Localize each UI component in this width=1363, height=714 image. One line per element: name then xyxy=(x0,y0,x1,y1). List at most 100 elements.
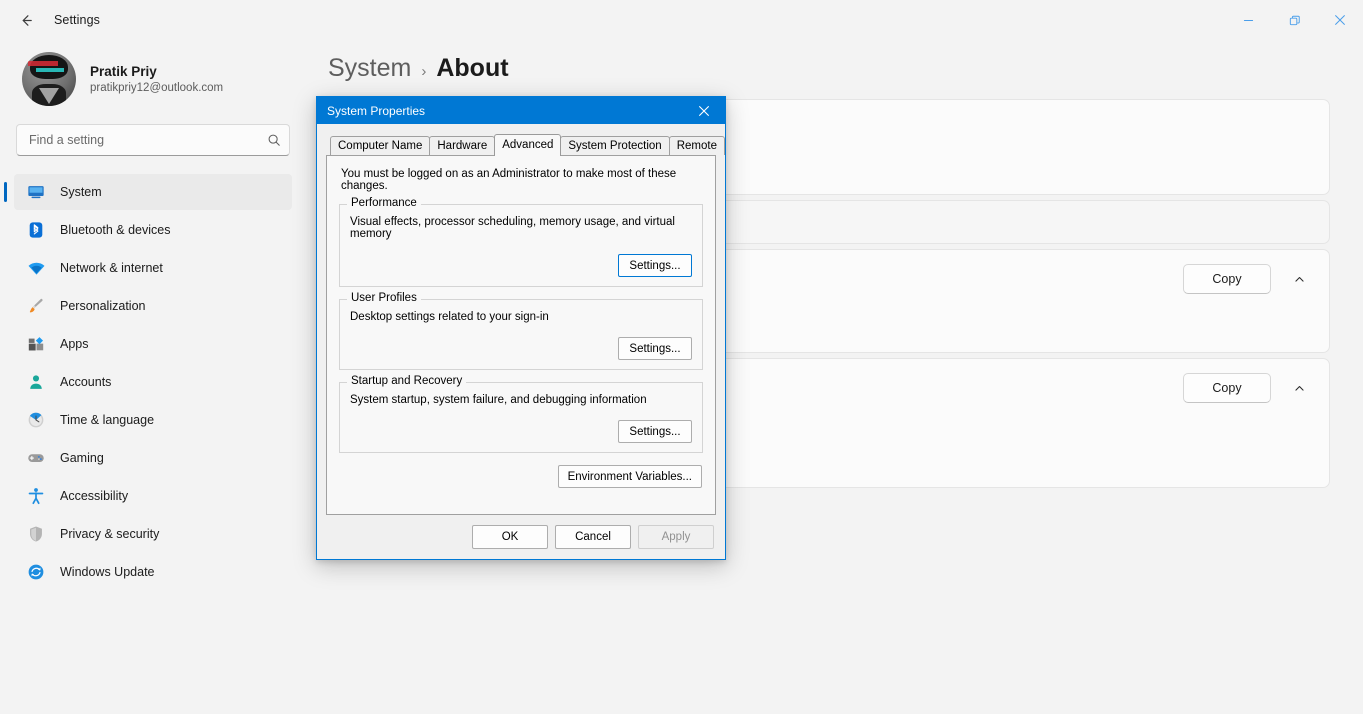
person-icon xyxy=(26,372,46,392)
app-title: Settings xyxy=(54,13,100,27)
collapse-toggle[interactable] xyxy=(1285,265,1313,293)
clock-icon xyxy=(26,410,46,430)
close-button[interactable] xyxy=(1317,0,1363,40)
dialog-close-button[interactable] xyxy=(683,97,725,124)
apply-button: Apply xyxy=(638,525,714,549)
paintbrush-icon xyxy=(26,296,46,316)
group-button-row: Settings... xyxy=(350,337,692,360)
dialog-title: System Properties xyxy=(327,103,426,118)
tab-advanced[interactable]: Advanced xyxy=(494,134,562,156)
breadcrumb-separator: › xyxy=(421,63,427,80)
accessibility-icon xyxy=(26,486,46,506)
search-input[interactable] xyxy=(16,124,290,156)
display-icon xyxy=(26,182,46,202)
tab-remote[interactable]: Remote xyxy=(668,136,725,155)
apps-icon xyxy=(26,334,46,354)
account-name: Pratik Priy xyxy=(90,64,157,79)
sidebar-item-label: Time & language xyxy=(60,413,155,427)
window-controls xyxy=(1225,0,1363,40)
support-actions: Copy xyxy=(1183,373,1313,403)
group-legend: Startup and Recovery xyxy=(347,375,467,387)
dialog-body: Computer Name Hardware Advanced System Prot… xyxy=(317,124,725,515)
bluetooth-icon xyxy=(26,220,46,240)
sidebar-nav: System Bluetooth & devices Network & inter… xyxy=(4,174,292,590)
group-performance: Performance Visual effects, processor sch… xyxy=(339,197,703,287)
settings-button[interactable]: Settings... xyxy=(618,254,692,277)
breadcrumb-parent[interactable]: System xyxy=(328,54,411,83)
ok-button[interactable]: OK xyxy=(472,525,548,549)
cancel-button[interactable]: Cancel xyxy=(555,525,631,549)
account-email: pratikpriy12@outlook.com xyxy=(90,82,224,94)
dialog-tabs: Computer Name Hardware Advanced System Prot… xyxy=(326,133,725,156)
group-description: Desktop settings related to your sign-in xyxy=(350,311,549,323)
group-button-row: Settings... xyxy=(350,420,692,443)
dialog-footer: OK Cancel Apply xyxy=(317,515,725,559)
settings-button[interactable]: Settings... xyxy=(618,337,692,360)
breadcrumb: System › About xyxy=(324,54,1363,83)
sidebar-item-label: Network & internet xyxy=(60,261,163,275)
back-arrow-icon xyxy=(22,14,32,26)
avatar xyxy=(22,52,76,106)
sidebar-item-time-language[interactable]: Time & language xyxy=(14,402,292,438)
sidebar: Pratik Priy pratikpriy12@outlook.com Sys… xyxy=(0,40,306,714)
maximize-button[interactable] xyxy=(1271,0,1317,40)
sidebar-item-label: Windows Update xyxy=(60,565,155,579)
sidebar-item-privacy-security[interactable]: Privacy & security xyxy=(14,516,292,552)
sidebar-item-label: Apps xyxy=(60,337,89,351)
close-icon xyxy=(1335,15,1345,25)
group-button-row: Settings... xyxy=(350,254,692,277)
minimize-icon xyxy=(1243,19,1253,21)
sidebar-item-accessibility[interactable]: Accessibility xyxy=(14,478,292,514)
gamepad-icon xyxy=(26,448,46,468)
sidebar-item-accounts[interactable]: Accounts xyxy=(14,364,292,400)
maximize-icon xyxy=(1289,15,1300,25)
copy-button[interactable]: Copy xyxy=(1183,264,1271,294)
sidebar-item-label: Accessibility xyxy=(60,489,129,503)
dialog-tab-page-advanced: You must be logged on as an Administrato… xyxy=(326,155,716,515)
sidebar-item-label: System xyxy=(60,185,102,199)
chevron-up-icon xyxy=(1294,385,1304,391)
dialog-title-bar: System Properties xyxy=(317,97,725,124)
chevron-up-icon xyxy=(1294,276,1304,282)
sidebar-item-gaming[interactable]: Gaming xyxy=(14,440,292,476)
sidebar-item-label: Bluetooth & devices xyxy=(60,223,171,237)
system-properties-dialog: System Properties Computer Name Hardware A… xyxy=(316,96,726,560)
group-description: Visual effects, processor scheduling, me… xyxy=(350,216,675,240)
search-box xyxy=(16,124,290,156)
shield-icon xyxy=(26,524,46,544)
environment-variables-button[interactable]: Environment Variables... xyxy=(557,465,702,488)
collapse-toggle[interactable] xyxy=(1285,374,1313,402)
sidebar-item-network-internet[interactable]: Network & internet xyxy=(14,250,292,286)
group-legend: Performance xyxy=(347,197,421,209)
title-bar: Settings xyxy=(0,0,1363,40)
sidebar-item-windows-update[interactable]: Windows Update xyxy=(14,554,292,590)
sidebar-item-label: Personalization xyxy=(60,299,146,313)
tab-computer-name[interactable]: Computer Name xyxy=(330,136,431,155)
tab-system-protection[interactable]: System Protection xyxy=(560,136,670,155)
sidebar-item-bluetooth-devices[interactable]: Bluetooth & devices xyxy=(14,212,292,248)
windows-specifications-actions: Copy xyxy=(1183,264,1313,294)
group-description: System startup, system failure, and debu… xyxy=(350,394,647,406)
copy-button[interactable]: Copy xyxy=(1183,373,1271,403)
settings-button[interactable]: Settings... xyxy=(618,420,692,443)
account-block[interactable]: Pratik Priy pratikpriy12@outlook.com xyxy=(14,40,292,124)
sidebar-item-apps[interactable]: Apps xyxy=(14,326,292,362)
settings-groups: Performance Visual effects, processor sch… xyxy=(339,197,703,453)
group-legend: User Profiles xyxy=(347,292,421,304)
wifi-icon xyxy=(26,258,46,278)
sidebar-item-label: Accounts xyxy=(60,375,112,389)
page-title: About xyxy=(436,54,509,82)
sidebar-item-personalization[interactable]: Personalization xyxy=(14,288,292,324)
sidebar-item-system[interactable]: System xyxy=(4,174,292,210)
close-icon xyxy=(699,105,709,116)
group-startup-and-recovery: Startup and Recovery System startup, syst… xyxy=(339,375,703,453)
group-user-profiles: User Profiles Desktop settings related to… xyxy=(339,292,703,370)
sidebar-item-label: Gaming xyxy=(60,451,104,465)
back-button[interactable] xyxy=(8,6,44,34)
update-icon xyxy=(26,562,46,582)
environment-variables-row: Environment Variables... xyxy=(339,465,703,488)
minimize-button[interactable] xyxy=(1225,0,1271,40)
sidebar-item-label: Privacy & security xyxy=(60,527,160,541)
tab-hardware[interactable]: Hardware xyxy=(429,136,496,155)
admin-note: You must be logged on as an Administrato… xyxy=(341,168,677,192)
